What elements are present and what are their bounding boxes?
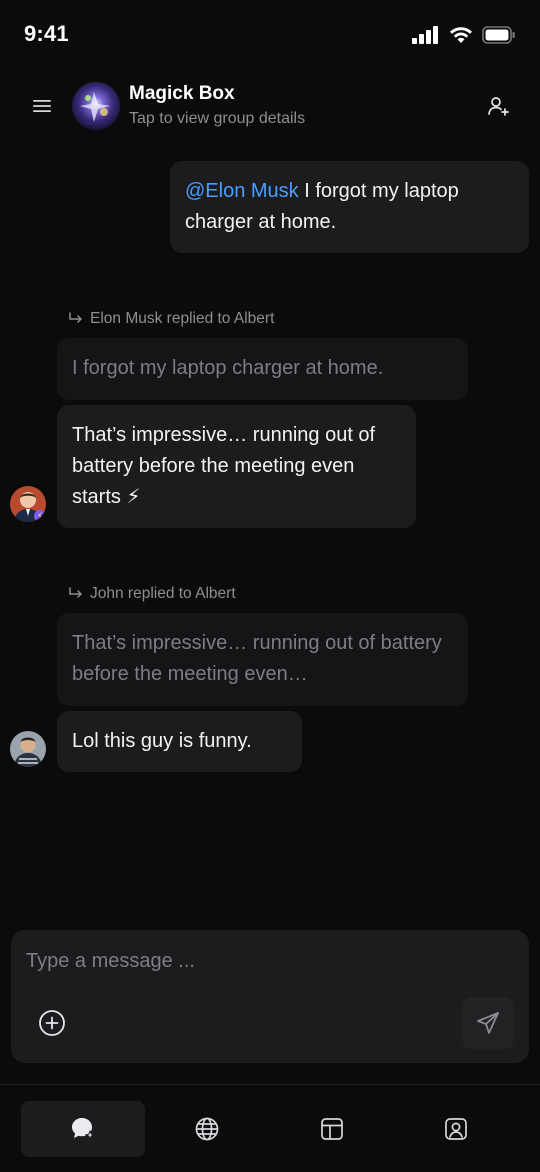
quoted-text: That’s impressive… running out of batter… bbox=[72, 632, 442, 685]
message-mention[interactable]: @Elon Musk bbox=[185, 180, 299, 202]
tab-explore[interactable] bbox=[145, 1101, 269, 1157]
add-user-icon bbox=[488, 97, 509, 116]
status-time: 9:41 bbox=[24, 21, 69, 46]
add-member-button[interactable] bbox=[484, 92, 512, 120]
group-details-hint[interactable]: Tap to view group details bbox=[129, 110, 305, 128]
quoted-message[interactable]: I forgot my laptop charger at home. bbox=[57, 338, 468, 400]
group-avatar-image bbox=[72, 82, 120, 130]
chat-header: Magick Box Tap to view group details bbox=[0, 78, 540, 134]
quoted-text: I forgot my laptop charger at home. bbox=[72, 357, 384, 379]
send-button[interactable] bbox=[462, 997, 514, 1049]
outgoing-message[interactable]: @Elon Musk I forgot my laptop charger at… bbox=[170, 161, 529, 253]
hamburger-icon bbox=[33, 100, 51, 112]
reply-note: John replied to Albert bbox=[68, 585, 236, 603]
message-composer bbox=[11, 930, 529, 1063]
avatar-image bbox=[10, 486, 46, 522]
avatar-image bbox=[10, 731, 46, 767]
chat-icon bbox=[72, 1118, 96, 1141]
plus-circle-icon bbox=[39, 1010, 65, 1036]
tab-profile[interactable] bbox=[394, 1101, 518, 1157]
layout-icon bbox=[321, 1118, 343, 1140]
incoming-message[interactable]: That’s impressive… running out of batter… bbox=[57, 405, 416, 528]
avatar[interactable] bbox=[10, 731, 46, 767]
message-text: That’s impressive… running out of batter… bbox=[72, 424, 376, 508]
profile-icon bbox=[445, 1118, 467, 1140]
bottom-tab-bar bbox=[0, 1084, 540, 1172]
reply-arrow-icon bbox=[68, 312, 84, 326]
tab-chat[interactable] bbox=[21, 1101, 145, 1157]
message-text: Lol this guy is funny. bbox=[72, 730, 252, 752]
message-input[interactable] bbox=[26, 944, 496, 978]
tab-feed[interactable] bbox=[270, 1101, 394, 1157]
reply-note-text: Elon Musk replied to Albert bbox=[90, 310, 275, 327]
wifi-icon bbox=[450, 27, 472, 43]
send-icon bbox=[477, 1012, 499, 1034]
quoted-message[interactable]: That’s impressive… running out of batter… bbox=[57, 613, 468, 706]
reply-arrow-icon bbox=[68, 587, 84, 601]
reply-note: Elon Musk replied to Albert bbox=[68, 310, 274, 328]
group-avatar[interactable] bbox=[72, 82, 120, 130]
status-icons bbox=[412, 26, 516, 44]
globe-icon bbox=[195, 1117, 219, 1141]
status-bar: 9:41 bbox=[0, 0, 540, 68]
chat-screen: 9:41 Magick Box Tap to view group detail… bbox=[0, 0, 540, 1172]
incoming-message[interactable]: Lol this guy is funny. bbox=[57, 711, 302, 772]
menu-button[interactable] bbox=[28, 92, 56, 120]
battery-icon bbox=[482, 26, 515, 44]
avatar[interactable] bbox=[10, 486, 46, 522]
attach-button[interactable] bbox=[37, 1008, 67, 1038]
reply-note-text: John replied to Albert bbox=[90, 585, 236, 602]
signal-icon bbox=[412, 26, 438, 44]
group-name[interactable]: Magick Box bbox=[129, 83, 235, 105]
